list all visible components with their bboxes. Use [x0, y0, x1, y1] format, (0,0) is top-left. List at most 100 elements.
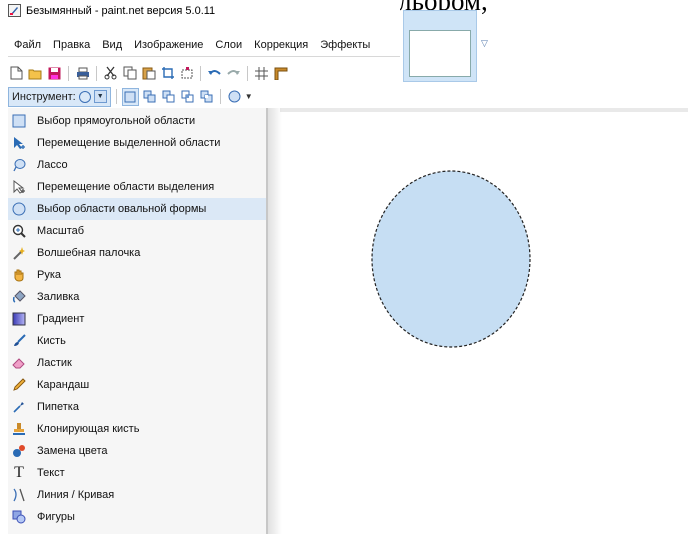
thumbnail-list-chevron-icon[interactable]: ▽: [481, 38, 488, 49]
menu-image[interactable]: Изображение: [128, 34, 209, 56]
tool-item-zoom[interactable]: Масштаб: [8, 220, 266, 242]
antialiasing-icon[interactable]: [226, 88, 243, 106]
tool-dropdown-button[interactable]: Инструмент: ▼: [8, 86, 111, 107]
tool-item-move-selection[interactable]: Перемещение выделенной области: [8, 132, 266, 154]
crop-icon[interactable]: [159, 64, 176, 82]
tool-item-label: Замена цвета: [37, 445, 108, 457]
menu-file[interactable]: Файл: [8, 34, 47, 56]
tool-item-ellipse-select[interactable]: Выбор области овальной формы: [8, 198, 266, 220]
tool-item-move-area[interactable]: Перемещение области выделения: [8, 176, 266, 198]
tool-item-label: Масштаб: [37, 225, 85, 237]
new-file-icon[interactable]: [8, 64, 25, 82]
tool-item-recolor[interactable]: Замена цвета: [8, 440, 266, 462]
eraser-icon: [11, 355, 27, 371]
shapes-icon: [11, 509, 27, 525]
tool-item-brush[interactable]: Кисть: [8, 330, 266, 352]
grid-icon[interactable]: [253, 64, 270, 82]
selection-mode-invert-icon[interactable]: [198, 88, 215, 106]
save-icon[interactable]: [46, 64, 63, 82]
tool-item-text[interactable]: T Текст: [8, 462, 266, 484]
hand-icon: [11, 267, 27, 283]
tool-item-line-curve[interactable]: Линия / Кривая: [8, 484, 266, 506]
pipette-icon: [11, 399, 27, 415]
tool-item-label: Перемещение выделенной области: [37, 137, 221, 149]
lasso-icon: [11, 157, 27, 173]
pencil-icon: [11, 377, 27, 393]
tool-item-label: Пипетка: [37, 401, 79, 413]
paintnet-app-icon: [8, 4, 21, 17]
tool-item-label: Ластик: [37, 357, 72, 369]
tool-item-label: Кисть: [37, 335, 66, 347]
gradient-icon: [11, 311, 27, 327]
window-title: Безымянный - paint.net версия 5.0.11: [26, 4, 216, 17]
zoom-icon: [11, 223, 27, 239]
undo-icon[interactable]: [206, 64, 223, 82]
tool-list: Выбор прямоугольной области Перемещение …: [8, 110, 266, 528]
toolbar-separator: [200, 65, 201, 81]
redo-icon[interactable]: [225, 64, 242, 82]
recolor-icon: [11, 443, 27, 459]
rectangle-select-icon: [11, 113, 27, 129]
selection-mode-replace-icon[interactable]: [121, 87, 139, 106]
tools-dropdown-panel: Выбор прямоугольной области Перемещение …: [8, 108, 268, 534]
tool-item-label: Заливка: [37, 291, 80, 303]
toolbar-separator: [115, 89, 117, 104]
chevron-down-icon: ▼: [93, 90, 107, 103]
tool-item-gradient[interactable]: Градиент: [8, 308, 266, 330]
selection-mode-union-icon[interactable]: [141, 88, 158, 106]
tool-item-bucket[interactable]: Заливка: [8, 286, 266, 308]
move-selection-icon: [11, 135, 27, 151]
image-thumbnail: [409, 30, 471, 77]
tool-item-rectangle-select[interactable]: Выбор прямоугольной области: [8, 110, 266, 132]
menu-effects[interactable]: Эффекты: [314, 34, 376, 56]
tool-item-label: Фигуры: [37, 511, 75, 523]
copy-icon[interactable]: [121, 64, 138, 82]
antialiasing-chevron-icon[interactable]: ▼: [245, 92, 253, 101]
ellipse-select-icon: [78, 90, 91, 103]
text-icon: T: [14, 464, 24, 481]
toolbar-separator: [68, 65, 69, 81]
tool-item-label: Лассо: [37, 159, 68, 171]
toolbar-separator: [219, 89, 221, 104]
tool-item-clone-stamp[interactable]: Клонирующая кисть: [8, 418, 266, 440]
tool-item-label: Выбор области овальной формы: [37, 203, 207, 215]
tool-item-hand[interactable]: Рука: [8, 264, 266, 286]
main-toolbar: [8, 62, 289, 84]
clone-stamp-icon: [11, 421, 27, 437]
tool-item-label: Клонирующая кисть: [37, 423, 140, 435]
ellipse-shape[interactable]: [372, 171, 530, 347]
tool-item-label: Перемещение области выделения: [37, 181, 215, 193]
tool-item-pencil[interactable]: Карандаш: [8, 374, 266, 396]
canvas-drawing: [371, 170, 531, 348]
image-canvas[interactable]: [282, 112, 688, 534]
print-icon[interactable]: [74, 64, 91, 82]
tool-item-shapes[interactable]: Фигуры: [8, 506, 266, 528]
menu-adjustments[interactable]: Коррекция: [248, 34, 314, 56]
deselect-icon[interactable]: [178, 64, 195, 82]
menu-layers[interactable]: Слои: [209, 34, 248, 56]
tool-item-lasso[interactable]: Лассо: [8, 154, 266, 176]
tool-item-magic-wand[interactable]: Волшебная палочка: [8, 242, 266, 264]
paste-icon[interactable]: [140, 64, 157, 82]
image-thumbnail-tab[interactable]: [403, 10, 477, 82]
tool-item-label: Рука: [37, 269, 62, 281]
open-folder-icon[interactable]: [27, 64, 44, 82]
ruler-icon[interactable]: [272, 64, 289, 82]
toolbar-separator: [247, 65, 248, 81]
tool-dropdown-label: Инструмент:: [12, 90, 76, 103]
cut-icon[interactable]: [102, 64, 119, 82]
magic-wand-icon: [11, 245, 27, 261]
menu-edit[interactable]: Правка: [47, 34, 96, 56]
brush-icon: [11, 333, 27, 349]
tool-item-label: Линия / Кривая: [37, 489, 115, 501]
menu-view[interactable]: Вид: [96, 34, 128, 56]
tool-item-label: Волшебная палочка: [37, 247, 141, 259]
tool-item-pipette[interactable]: Пипетка: [8, 396, 266, 418]
tool-item-eraser[interactable]: Ластик: [8, 352, 266, 374]
tool-item-label: Карандаш: [37, 379, 90, 391]
title-bar: Безымянный - paint.net версия 5.0.11: [0, 0, 400, 21]
selection-mode-intersect-icon[interactable]: [179, 88, 196, 106]
selection-mode-exclude-icon[interactable]: [160, 88, 177, 106]
tool-options-bar: Инструмент: ▼ ▼: [8, 86, 253, 107]
menu-bar: Файл Правка Вид Изображение Слои Коррекц…: [8, 34, 400, 57]
